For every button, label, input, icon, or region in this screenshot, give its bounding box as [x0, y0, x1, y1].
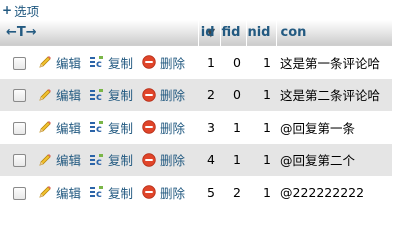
- cell-id: 2: [198, 78, 220, 111]
- delete-icon: [142, 120, 156, 134]
- svg-text:c: c: [96, 59, 102, 70]
- cell-con: @回复第一条: [276, 111, 392, 144]
- pencil-icon: [39, 153, 51, 166]
- edit-label: 编辑: [56, 88, 82, 104]
- cell-id: 1: [198, 45, 220, 79]
- delete-label: 删除: [160, 185, 186, 201]
- edit-button[interactable]: 编辑: [37, 85, 81, 104]
- delete-icon: [142, 153, 156, 167]
- copy-icon: c: [90, 88, 104, 103]
- cell-fid: 1: [220, 111, 246, 144]
- cell-fid: 0: [220, 78, 246, 111]
- pencil-icon: [39, 186, 51, 198]
- results-table: ←T→ ▼ id fid nid con 编辑: [0, 20, 393, 209]
- edit-button[interactable]: 编辑: [37, 183, 81, 202]
- cell-id: 4: [198, 143, 220, 176]
- copy-button[interactable]: c 复制: [89, 85, 133, 104]
- cell-con: @222222222: [276, 176, 392, 209]
- row-checkbox[interactable]: [13, 56, 26, 70]
- delete-label: 删除: [160, 153, 186, 169]
- table-row: 编辑 c 复制 删除: [0, 176, 392, 209]
- delete-button[interactable]: 删除: [141, 85, 185, 104]
- copy-icon: c: [90, 153, 104, 168]
- delete-icon: [142, 88, 156, 102]
- edit-label: 编辑: [56, 120, 82, 136]
- svg-text:c: c: [96, 189, 102, 200]
- edit-button[interactable]: 编辑: [37, 150, 81, 169]
- cell-con: @回复第二个: [276, 143, 392, 176]
- copy-label: 复制: [108, 185, 134, 201]
- cell-nid: 1: [246, 143, 276, 176]
- delete-label: 删除: [160, 55, 186, 71]
- plus-icon: +: [2, 3, 13, 17]
- cell-nid: 1: [246, 111, 276, 144]
- delete-icon: [142, 185, 156, 199]
- copy-icon: c: [90, 186, 104, 200]
- row-checkbox[interactable]: [13, 154, 26, 168]
- row-checkbox[interactable]: [13, 89, 26, 103]
- pencil-icon: [39, 56, 51, 68]
- delete-button[interactable]: 删除: [141, 183, 185, 202]
- header-row: ←T→ ▼ id fid nid con: [0, 20, 393, 46]
- column-header-con[interactable]: con: [276, 20, 393, 46]
- options-label: 选项: [14, 3, 40, 19]
- copy-button[interactable]: c 复制: [89, 183, 133, 202]
- column-header-id[interactable]: id: [198, 20, 221, 46]
- table-row: 编辑 c 复制 删除: [0, 45, 392, 79]
- cell-nid: 1: [246, 176, 276, 209]
- pencil-icon: [39, 121, 51, 133]
- column-header-fid[interactable]: fid: [220, 20, 247, 46]
- cell-nid: 1: [246, 78, 276, 111]
- copy-icon: c: [90, 121, 104, 135]
- copy-icon: c: [90, 56, 104, 70]
- cell-fid: 0: [220, 45, 246, 79]
- options-toggle[interactable]: + 选项: [2, 2, 40, 19]
- copy-button[interactable]: c 复制: [89, 118, 133, 137]
- copy-label: 复制: [108, 120, 134, 136]
- svg-text:c: c: [96, 157, 102, 168]
- cell-con: 这是第一条评论哈: [276, 45, 392, 79]
- delete-button[interactable]: 删除: [141, 118, 185, 137]
- delete-button[interactable]: 删除: [141, 53, 185, 72]
- edit-label: 编辑: [56, 55, 82, 71]
- edit-label: 编辑: [56, 153, 82, 169]
- edit-button[interactable]: 编辑: [37, 53, 81, 72]
- delete-icon: [142, 55, 156, 69]
- copy-button[interactable]: c 复制: [89, 53, 133, 72]
- row-checkbox[interactable]: [13, 186, 26, 200]
- edit-button[interactable]: 编辑: [37, 118, 81, 137]
- copy-label: 复制: [108, 88, 134, 104]
- cell-id: 3: [198, 111, 220, 144]
- cell-con: 这是第二条评论哈: [276, 78, 392, 111]
- sort-column-header[interactable]: ←T→ ▼: [0, 20, 215, 46]
- pencil-icon: [39, 88, 51, 101]
- cell-id: 5: [198, 176, 220, 209]
- delete-label: 删除: [160, 120, 186, 136]
- column-header-nid[interactable]: nid: [246, 20, 277, 46]
- delete-label: 删除: [160, 88, 186, 104]
- svg-text:c: c: [96, 124, 102, 135]
- cell-fid: 1: [220, 143, 246, 176]
- copy-label: 复制: [108, 55, 134, 71]
- table-row: 编辑 c 复制 删除: [0, 143, 392, 176]
- row-checkbox[interactable]: [13, 121, 26, 135]
- table-row: 编辑 c 复制 删除: [0, 78, 392, 111]
- delete-button[interactable]: 删除: [141, 150, 185, 169]
- cell-nid: 1: [246, 45, 276, 79]
- svg-text:c: c: [96, 92, 102, 103]
- column-sort-control[interactable]: ←T→: [6, 25, 37, 40]
- cell-fid: 2: [220, 176, 246, 209]
- table-row: 编辑 c 复制 删除: [0, 111, 392, 144]
- copy-label: 复制: [108, 153, 134, 169]
- copy-button[interactable]: c 复制: [89, 150, 133, 169]
- edit-label: 编辑: [56, 185, 82, 201]
